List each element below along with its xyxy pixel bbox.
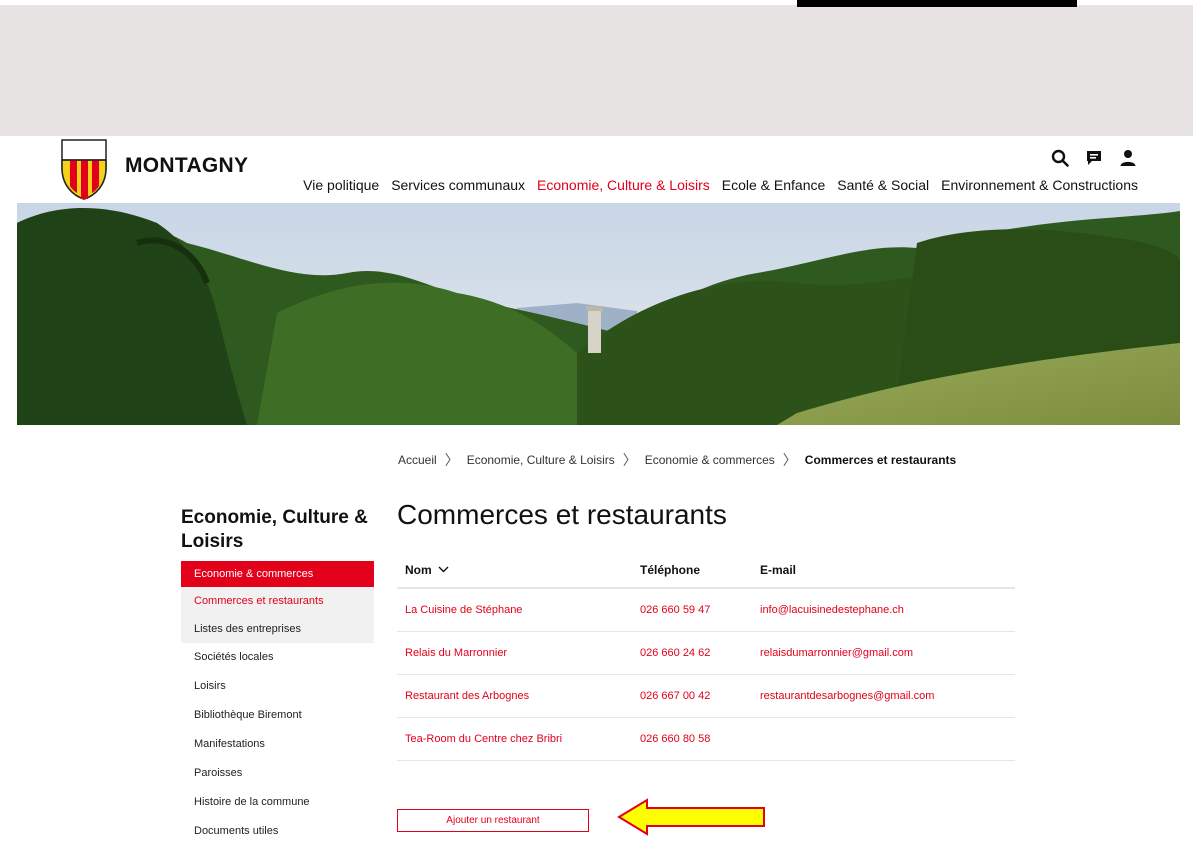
annotation-arrow-icon — [617, 798, 765, 836]
restaurant-phone-link[interactable]: 026 660 59 47 — [640, 604, 710, 616]
sidebar-item-listes-entreprises[interactable]: Listes des entreprises — [181, 615, 374, 643]
main-nav: Vie politique Services communaux Economi… — [303, 177, 1138, 193]
restaurant-phone-link[interactable]: 026 660 24 62 — [640, 647, 710, 659]
chevron-right-icon: 〉 — [622, 452, 637, 468]
top-gray-band — [0, 0, 1193, 136]
restaurant-email-link[interactable]: restaurantdesarbognes@gmail.com — [760, 690, 934, 702]
table-header: Nom Téléphone E-mail — [397, 552, 1015, 589]
column-header-phone: Téléphone — [640, 562, 701, 577]
sidebar-nav: Economie & commerces Commerces et restau… — [181, 561, 374, 846]
nav-item-vie-politique[interactable]: Vie politique — [303, 177, 379, 193]
sidebar-item-paroisses[interactable]: Paroisses — [181, 759, 374, 788]
sidebar-item-commerces-restaurants[interactable]: Commerces et restaurants — [181, 587, 374, 615]
restaurant-phone-link[interactable]: 026 667 00 42 — [640, 690, 710, 702]
site-header: MONTAGNY Vie politique Services communau… — [17, 136, 1180, 203]
page-title: Commerces et restaurants — [397, 499, 727, 530]
chevron-right-icon: 〉 — [444, 452, 459, 468]
nav-item-economie-culture-loisirs[interactable]: Economie, Culture & Loisirs — [537, 177, 710, 193]
table-row: Tea-Room du Centre chez Bribri 026 660 8… — [397, 718, 1015, 761]
nav-item-sante-social[interactable]: Santé & Social — [837, 177, 929, 193]
sidebar-item-histoire[interactable]: Histoire de la commune — [181, 788, 374, 817]
nav-item-ecole-enfance[interactable]: Ecole & Enfance — [722, 177, 826, 193]
chevron-down-icon — [438, 566, 449, 573]
table-row: Relais du Marronnier 026 660 24 62 relai… — [397, 632, 1015, 675]
add-restaurant-button[interactable]: Ajouter un restaurant — [397, 809, 589, 832]
restaurants-table: Nom Téléphone E-mail La Cuisine de Stéph… — [397, 552, 1015, 761]
restaurant-name-link[interactable]: Restaurant des Arbognes — [405, 690, 529, 702]
search-icon[interactable] — [1050, 148, 1070, 168]
restaurant-name-link[interactable]: Relais du Marronnier — [405, 647, 507, 659]
sidebar-item-bibliotheque[interactable]: Bibliothèque Biremont — [181, 701, 374, 730]
chevron-right-icon: 〉 — [782, 452, 797, 468]
chat-icon[interactable] — [1084, 148, 1104, 168]
sidebar-item-economie-commerces[interactable]: Economie & commerces — [181, 561, 374, 587]
hero-banner-image — [17, 203, 1180, 425]
site-brand[interactable]: MONTAGNY — [125, 154, 248, 178]
restaurant-name-link[interactable]: La Cuisine de Stéphane — [405, 604, 522, 616]
breadcrumb: Accueil 〉 Economie, Culture & Loisirs 〉 … — [398, 450, 956, 470]
sidebar-item-societes-locales[interactable]: Sociétés locales — [181, 643, 374, 672]
table-row: La Cuisine de Stéphane 026 660 59 47 inf… — [397, 589, 1015, 632]
breadcrumb-item-economie-culture-loisirs[interactable]: Economie, Culture & Loisirs — [467, 453, 615, 467]
restaurant-email-link[interactable]: relaisdumarronnier@gmail.com — [760, 647, 913, 659]
column-header-email: E-mail — [760, 562, 797, 577]
restaurant-name-link[interactable]: Tea-Room du Centre chez Bribri — [405, 733, 562, 745]
column-header-name[interactable]: Nom — [397, 563, 640, 577]
nav-item-environnement-constructions[interactable]: Environnement & Constructions — [941, 177, 1138, 193]
sidebar-item-loisirs[interactable]: Loisirs — [181, 672, 374, 701]
sidebar-title: Economie, Culture & Loisirs — [181, 507, 368, 552]
table-row: Restaurant des Arbognes 026 667 00 42 re… — [397, 675, 1015, 718]
top-black-bar — [797, 0, 1077, 7]
user-icon[interactable] — [1118, 148, 1138, 168]
coat-of-arms-logo[interactable] — [60, 138, 108, 200]
column-header-name-label: Nom — [405, 562, 432, 577]
nav-item-services-communaux[interactable]: Services communaux — [391, 177, 525, 193]
breadcrumb-item-accueil[interactable]: Accueil — [398, 453, 437, 467]
breadcrumb-current: Commerces et restaurants — [804, 453, 957, 467]
sidebar-item-manifestations[interactable]: Manifestations — [181, 730, 374, 759]
breadcrumb-item-economie-commerces[interactable]: Economie & commerces — [645, 453, 775, 467]
utility-icons — [1050, 148, 1138, 168]
sidebar-item-documents-utiles[interactable]: Documents utiles — [181, 817, 374, 846]
restaurant-email-link[interactable]: info@lacuisinedestephane.ch — [760, 604, 904, 616]
restaurant-phone-link[interactable]: 026 660 80 58 — [640, 733, 710, 745]
